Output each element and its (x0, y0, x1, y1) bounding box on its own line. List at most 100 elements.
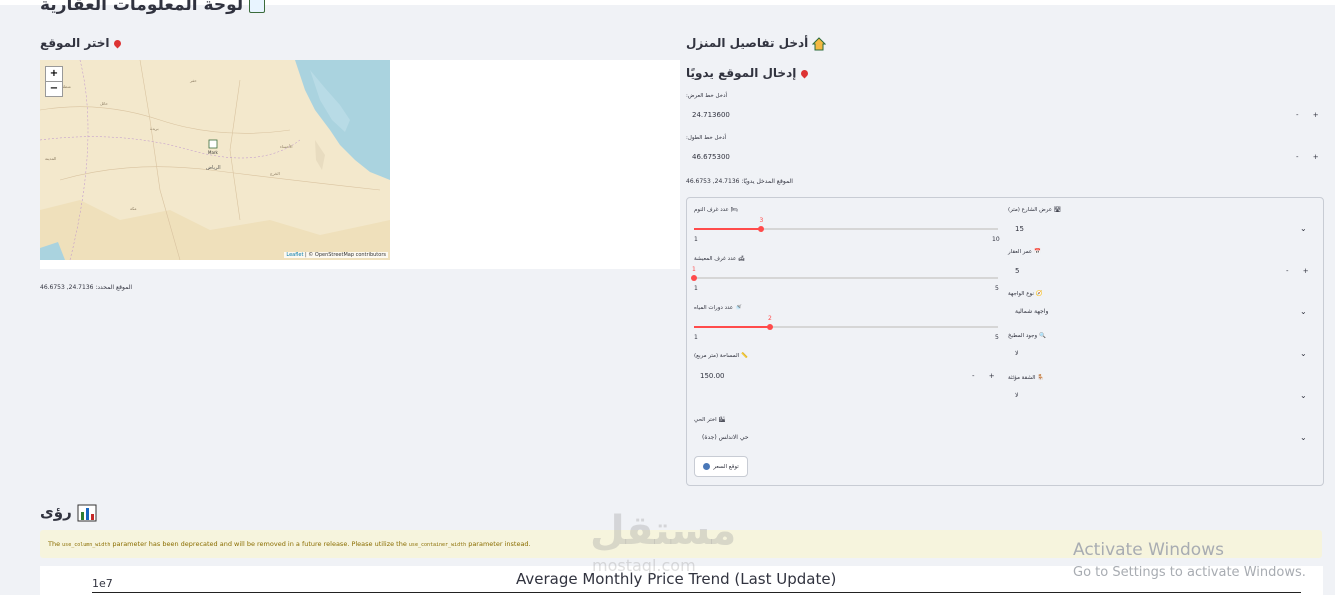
living-rooms-slider-track[interactable] (694, 277, 998, 279)
manual-location-title: إدخال الموقع يدويًا (686, 66, 809, 80)
leaflet-map[interactable]: منطقة حفر حائل بريدة المدينة الأحساء مكة الخ… (40, 60, 390, 260)
bathrooms-label-text: عدد دورات المياه (694, 305, 734, 311)
leaflet-link[interactable]: Leaflet (286, 252, 303, 258)
district-label-text: اختر الحي (694, 417, 717, 423)
svg-text:حائل: حائل (100, 101, 108, 106)
bathrooms-min: 1 (694, 334, 698, 341)
activate-windows-title: Activate Windows (1073, 540, 1224, 560)
living-rooms-max: 5 (995, 285, 999, 292)
road-icon: 🛣 (1053, 207, 1061, 213)
chevron-down-icon[interactable]: ⌄ (1300, 224, 1307, 233)
insights-title-text: رؤى (40, 503, 72, 521)
osm-attribution: | © OpenStreetMap contributors (305, 252, 386, 258)
bathrooms-max: 5 (995, 334, 999, 341)
map-frame-blank (390, 60, 680, 269)
district-select[interactable]: حي الاندلس (جدة) (702, 434, 749, 441)
svg-text:Mark: Mark (208, 150, 219, 155)
city-icon: 🏙 (718, 417, 726, 423)
svg-text:الرياض: الرياض (206, 165, 221, 171)
chart-top-axis (92, 592, 1301, 593)
latitude-input[interactable]: 24.713600 (692, 111, 730, 119)
bathrooms-label: 🚿 عدد دورات المياه (694, 305, 742, 311)
bedrooms-min: 1 (694, 236, 698, 243)
map-frame-bottom (40, 260, 390, 269)
warning-code-container: use_container_width (408, 542, 467, 548)
calendar-icon: 📅 (1033, 249, 1041, 255)
ruler-icon: 📏 (740, 353, 748, 359)
shower-icon: 🚿 (734, 305, 742, 311)
furnished-select[interactable]: لا (1015, 392, 1018, 399)
svg-text:المدينة: المدينة (45, 156, 56, 161)
svg-text:حفر: حفر (189, 78, 197, 83)
map-attribution: Leaflet | © OpenStreetMap contributors (284, 252, 388, 258)
chevron-down-icon[interactable]: ⌄ (1300, 433, 1307, 442)
pin-icon (112, 38, 123, 49)
area-stepper[interactable]: - + (972, 372, 1001, 380)
bathrooms-slider-thumb[interactable] (767, 324, 773, 330)
longitude-input[interactable]: 46.675300 (692, 153, 730, 161)
facade-label-text: نوع الواجهة (1008, 291, 1034, 297)
chevron-down-icon[interactable]: ⌄ (1300, 349, 1307, 358)
svg-text:مكة: مكة (130, 206, 137, 211)
longitude-stepper[interactable]: - + (1296, 153, 1325, 161)
chevron-down-icon[interactable]: ⌄ (1300, 307, 1307, 316)
bathrooms-slider-fill (694, 326, 770, 328)
living-rooms-slider-thumb[interactable] (691, 275, 697, 281)
zoom-in-button[interactable]: + (45, 66, 63, 82)
bedrooms-max: 10 (992, 236, 1000, 243)
predict-price-button[interactable]: توقع السعر (694, 456, 748, 477)
mostaql-watermark: مستقل (590, 508, 737, 554)
predict-price-button-label: توقع السعر (713, 463, 739, 470)
compass-icon: 🧭 (1035, 291, 1043, 297)
bedrooms-label-text: عدد غرف النوم (694, 207, 729, 213)
map-section-title-text: اختر الموقع (40, 36, 110, 50)
property-age-input[interactable]: 5 (1015, 267, 1019, 275)
svg-text:الأحساء: الأحساء (280, 144, 293, 149)
bar-chart-icon (77, 504, 97, 521)
living-rooms-min: 1 (694, 285, 698, 292)
svg-text:الخرج: الخرج (270, 171, 280, 176)
furnished-label: 🪑 الشقة مؤثثة (1008, 375, 1044, 381)
map-section-title: اختر الموقع (40, 36, 123, 50)
street-width-select[interactable]: 15 (1015, 225, 1024, 233)
facade-select[interactable]: واجهة شمالية (1015, 308, 1048, 315)
details-title-text: أدخل تفاصيل المنزل (686, 36, 809, 50)
area-input[interactable]: 150.00 (700, 372, 725, 380)
details-title: أدخل تفاصيل المنزل (686, 36, 827, 51)
house-details-form (686, 197, 1324, 486)
district-label: 🏙 اختر الحي (694, 417, 725, 423)
bed-icon: 🛏 (730, 207, 738, 213)
search-icon: 🔍 (1038, 333, 1046, 339)
svg-text:بريدة: بريدة (150, 126, 159, 131)
shield-icon (703, 463, 711, 470)
kitchen-select[interactable]: لا (1015, 350, 1018, 357)
bedrooms-label: 🛏 عدد غرف النوم (694, 207, 738, 213)
warning-mid: parameter has been deprecated and will b… (112, 540, 407, 548)
map-tiles: منطقةحفر حائلبريدة المدينةالأحساء مكةالخ… (40, 60, 390, 260)
mostaql-watermark-latin: mostaql.com (592, 556, 696, 575)
zoom-out-button[interactable]: − (45, 81, 63, 97)
area-label-text: المساحة (متر مربع) (694, 353, 740, 359)
page-title-text: لوحة المعلومات العقارية (40, 0, 244, 15)
warning-code-column: use_column_width (62, 542, 111, 548)
property-age-label-text: عمر العقار (1008, 249, 1033, 255)
house-icon (812, 36, 827, 50)
bedrooms-slider-fill (694, 228, 762, 230)
chevron-down-icon[interactable]: ⌄ (1300, 391, 1307, 400)
chair-icon: 🪑 (1037, 375, 1045, 381)
warning-pre: The (48, 540, 61, 548)
buildings-icon (249, 0, 266, 13)
property-age-label: 📅 عمر العقار (1008, 249, 1041, 255)
furnished-label-text: الشقة مؤثثة (1008, 375, 1036, 381)
chart-exponent: 1e7 (92, 577, 113, 590)
selected-location-text: الموقع المحدد: 24.7136, 46.6753 (40, 284, 133, 291)
bedrooms-slider-value: 3 (759, 217, 764, 224)
pin-icon (799, 68, 809, 79)
longitude-label: أدخل خط الطول: (686, 135, 727, 141)
activate-windows-subtitle: Go to Settings to activate Windows. (1073, 565, 1306, 580)
latitude-stepper[interactable]: - + (1296, 111, 1325, 119)
manual-location-text: الموقع المدخل يدويًا: 24.7136, 46.6753 (686, 178, 793, 185)
property-age-stepper[interactable]: - + (1286, 267, 1315, 275)
manual-location-title-text: إدخال الموقع يدويًا (686, 66, 797, 80)
bathrooms-slider-value: 2 (768, 315, 772, 322)
